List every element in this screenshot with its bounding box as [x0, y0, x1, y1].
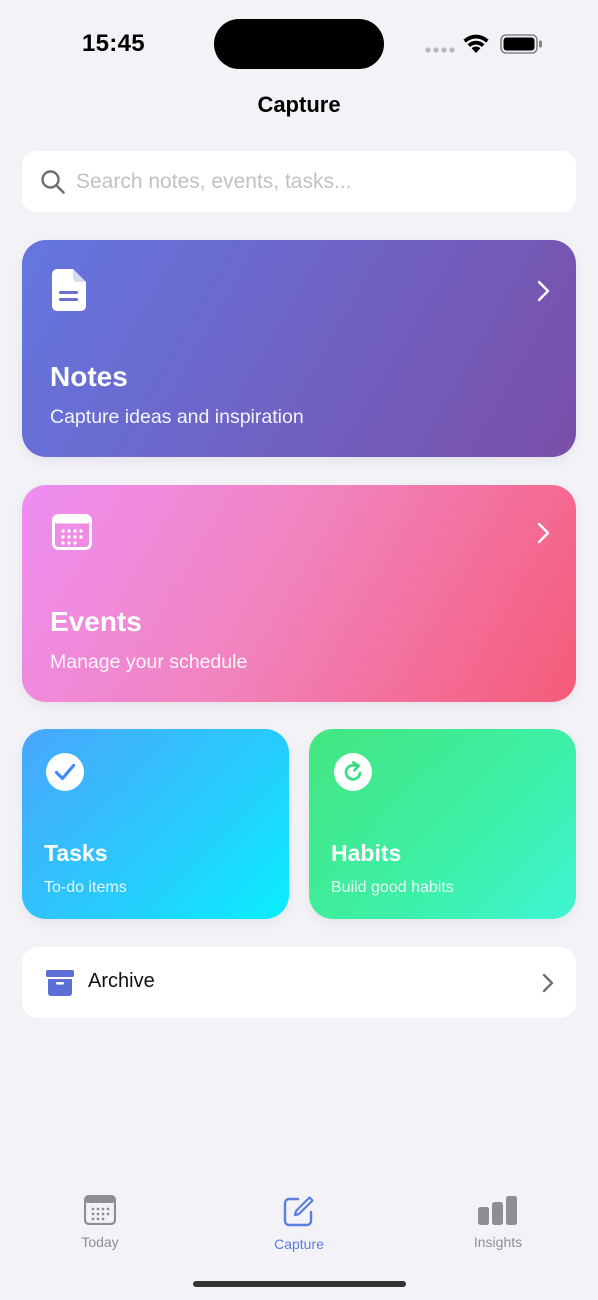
- events-subtitle: Manage your schedule: [50, 651, 248, 673]
- habits-title: Habits: [331, 840, 402, 866]
- tab-today[interactable]: Today: [40, 1195, 160, 1250]
- calendar-icon: [84, 1195, 116, 1225]
- archive-row[interactable]: Archive: [22, 947, 576, 1018]
- tasks-title: Tasks: [44, 840, 108, 866]
- tab-label: Insights: [473, 1234, 523, 1250]
- tab-label: Capture: [274, 1236, 324, 1252]
- tab-insights[interactable]: Insights: [438, 1195, 558, 1250]
- tasks-card[interactable]: Tasks To-do items: [22, 729, 289, 919]
- archive-label: Archive: [88, 970, 155, 992]
- search-bar[interactable]: [22, 151, 576, 212]
- events-card[interactable]: Events Manage your schedule: [22, 485, 576, 702]
- habits-subtitle: Build good habits: [331, 879, 454, 896]
- tab-bar: Today Capture Insights: [0, 1165, 598, 1300]
- tasks-subtitle: To-do items: [44, 879, 127, 896]
- dynamic-island: [214, 19, 384, 69]
- refresh-circle-icon: [334, 753, 372, 791]
- checkmark-circle-icon: [46, 753, 84, 791]
- wifi-icon: [463, 34, 489, 53]
- status-time: 15:45: [82, 30, 145, 57]
- events-title: Events: [50, 606, 142, 637]
- chevron-right-icon: [537, 280, 550, 302]
- status-bar: 15:45: [0, 0, 598, 88]
- cellular-signal-icon: [425, 47, 455, 53]
- battery-icon: [500, 34, 542, 54]
- archive-box-icon: [46, 970, 74, 996]
- tab-capture[interactable]: Capture: [239, 1195, 359, 1252]
- bar-chart-icon: [478, 1196, 517, 1225]
- page-title: Capture: [257, 92, 341, 117]
- notes-card[interactable]: Notes Capture ideas and inspiration: [22, 240, 576, 457]
- tab-label: Today: [81, 1234, 119, 1250]
- notes-title: Notes: [50, 361, 128, 392]
- home-indicator: [193, 1281, 406, 1287]
- search-icon: [41, 170, 65, 194]
- pencil-square-icon: [283, 1196, 314, 1227]
- notes-subtitle: Capture ideas and inspiration: [50, 406, 304, 428]
- document-icon: [52, 269, 86, 311]
- chevron-right-icon: [537, 522, 550, 544]
- habits-card[interactable]: Habits Build good habits: [309, 729, 576, 919]
- chevron-right-icon: [542, 973, 554, 993]
- search-input[interactable]: [76, 151, 556, 212]
- calendar-icon: [52, 514, 92, 550]
